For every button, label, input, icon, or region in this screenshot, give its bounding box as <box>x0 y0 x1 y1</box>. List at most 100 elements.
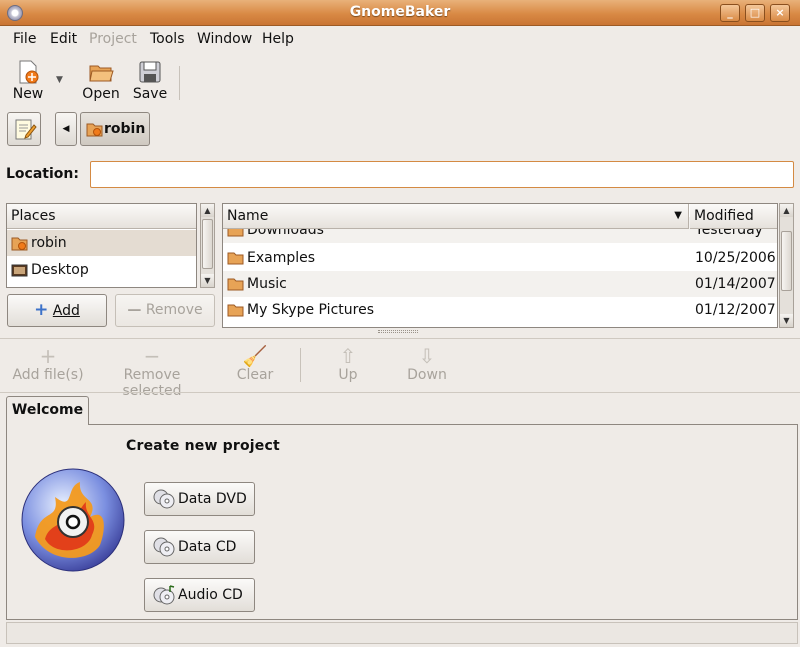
data-cd-label: Data CD <box>178 539 237 555</box>
audio-cd-button[interactable]: Audio CD <box>144 578 255 612</box>
path-crumb-robin[interactable]: robin <box>80 112 150 146</box>
down-arrow-icon: ⇩ <box>418 344 436 368</box>
scroll-thumb[interactable] <box>202 219 213 269</box>
menu-project[interactable]: Project <box>89 31 137 47</box>
edit-location-button[interactable] <box>7 112 41 146</box>
remove-selected-button[interactable]: − Remove selected <box>92 345 212 399</box>
audio-cd-label: Audio CD <box>178 587 243 603</box>
up-arrow-icon: ⇧ <box>339 344 357 368</box>
save-button[interactable]: Save <box>131 59 169 102</box>
scroll-up-arrow-icon[interactable]: ▲ <box>201 204 214 217</box>
up-label: Up <box>338 367 358 383</box>
toolbar-separator <box>179 66 180 100</box>
column-name-label: Name <box>227 208 269 224</box>
column-header-modified-overlay: Modified <box>690 204 777 229</box>
clear-broom-icon: 🧹 <box>242 344 268 368</box>
menu-bar: File Edit Project Tools Window Help <box>0 27 800 51</box>
folder-icon <box>227 304 244 317</box>
main-toolbar: New Open Save <box>0 53 800 105</box>
location-input[interactable] <box>90 161 794 188</box>
data-cd-button[interactable]: Data CD <box>144 530 255 564</box>
sort-descending-icon: ▼ <box>674 210 682 221</box>
file-modified: 01/14/2007 <box>695 276 776 292</box>
folder-icon <box>227 252 244 265</box>
app-window: GnomeBaker _ □ × File Edit Project Tools… <box>0 0 800 647</box>
new-label: New <box>12 86 44 102</box>
path-scroll-left-button[interactable]: ◀ <box>55 112 77 146</box>
places-scrollbar[interactable]: ▲ ▼ <box>200 203 215 288</box>
remove-minus-icon: − <box>143 344 161 368</box>
clear-button[interactable]: 🧹 Clear <box>234 345 276 383</box>
minimize-button[interactable]: _ <box>720 4 740 22</box>
menu-edit[interactable]: Edit <box>50 31 77 47</box>
remove-label: Remove <box>145 302 203 318</box>
file-modified: 01/12/2007 <box>695 302 776 318</box>
open-label: Open <box>82 86 120 102</box>
maximize-button[interactable]: □ <box>745 4 765 22</box>
menu-tools[interactable]: Tools <box>150 31 185 47</box>
audio-disc-icon <box>153 585 175 605</box>
file-row[interactable]: My Skype Pictures 01/12/2007 <box>223 297 777 323</box>
open-folder-icon <box>89 65 114 82</box>
down-button[interactable]: ⇩ Down <box>404 345 450 383</box>
add-place-button[interactable]: + Add <box>7 294 107 327</box>
add-plus-icon: + <box>34 300 49 320</box>
menu-help[interactable]: Help <box>262 31 294 47</box>
location-label: Location: <box>6 166 79 182</box>
home-folder-icon <box>11 237 28 251</box>
file-row[interactable]: Examples 10/25/2006 <box>223 245 777 271</box>
remove-selected-label: Remove selected <box>122 367 182 399</box>
status-bar <box>6 622 798 644</box>
title-bar[interactable]: GnomeBaker _ □ × <box>0 0 800 26</box>
place-label: Desktop <box>31 262 89 278</box>
clear-label: Clear <box>236 367 274 383</box>
divider <box>0 392 800 393</box>
toolbar-separator <box>300 348 301 382</box>
open-button[interactable]: Open <box>81 59 121 102</box>
down-label: Down <box>407 367 447 383</box>
desktop-icon <box>11 264 28 277</box>
file-name: Music <box>247 276 287 292</box>
file-name: Examples <box>247 250 316 266</box>
folder-icon <box>227 278 244 291</box>
place-item-robin[interactable]: robin <box>7 230 196 256</box>
scroll-up-arrow-icon[interactable]: ▲ <box>780 204 793 217</box>
add-plus-icon: + <box>39 344 57 368</box>
save-label: Save <box>132 86 168 102</box>
file-list: Name ▼ Modified Downloads Yesterday Exam… <box>222 203 778 328</box>
files-scrollbar[interactable]: ▲ ▼ <box>779 203 794 328</box>
new-button[interactable]: New <box>10 59 46 102</box>
divider <box>0 338 800 339</box>
save-floppy-icon <box>139 61 161 83</box>
places-header[interactable]: Places <box>7 204 196 229</box>
new-dropdown-arrow-icon[interactable]: ▼ <box>56 75 63 85</box>
path-crumb-label: robin <box>104 121 146 137</box>
add-label: Add <box>52 303 80 319</box>
disc-stack-icon <box>153 537 175 557</box>
scroll-thumb[interactable] <box>781 231 792 291</box>
places-list: Places robin Desktop <box>6 203 197 288</box>
file-row[interactable]: Music 01/14/2007 <box>223 271 777 297</box>
add-files-button[interactable]: + Add file(s) <box>12 345 84 383</box>
pane-resize-handle[interactable] <box>378 330 418 333</box>
place-item-desktop[interactable]: Desktop <box>7 257 196 283</box>
create-project-title: Create new project <box>126 438 280 454</box>
gnomebaker-logo-icon <box>21 468 125 572</box>
remove-minus-icon: — <box>127 302 142 318</box>
tab-welcome[interactable]: Welcome <box>6 396 89 425</box>
scroll-down-arrow-icon[interactable]: ▼ <box>201 274 214 287</box>
window-title: GnomeBaker <box>349 4 451 20</box>
add-files-label: Add file(s) <box>12 367 84 383</box>
file-modified: 10/25/2006 <box>695 250 776 266</box>
close-button[interactable]: × <box>770 4 790 22</box>
menu-window[interactable]: Window <box>197 31 252 47</box>
scroll-down-arrow-icon[interactable]: ▼ <box>780 314 793 327</box>
remove-place-button[interactable]: — Remove <box>115 294 215 327</box>
home-folder-icon <box>86 123 103 137</box>
column-header-name-overlay: Name ▼ <box>223 204 689 229</box>
menu-file[interactable]: File <box>13 31 36 47</box>
up-button[interactable]: ⇧ Up <box>328 345 368 383</box>
data-dvd-button[interactable]: Data DVD <box>144 482 255 516</box>
new-document-icon <box>19 60 39 84</box>
place-label: robin <box>31 235 67 251</box>
